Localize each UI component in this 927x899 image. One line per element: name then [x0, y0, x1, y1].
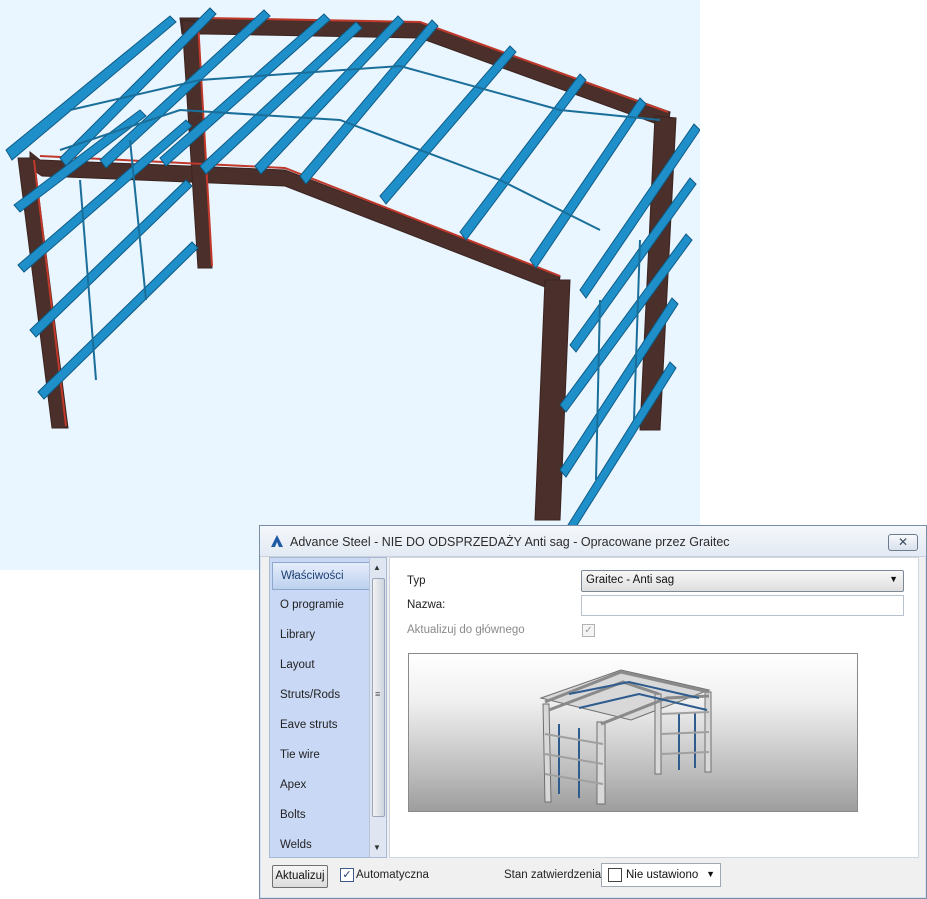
preview-frame-drawing — [539, 669, 712, 805]
close-icon: ✕ — [897, 535, 909, 549]
typ-label: Typ — [407, 575, 426, 587]
aktualizuj-button[interactable]: Aktualizuj — [272, 865, 328, 888]
stan-zatwierdzenia-value: Nie ustawiono — [626, 869, 699, 881]
chevron-down-icon: ▼ — [889, 574, 898, 584]
nav-item-apex[interactable]: Apex — [272, 772, 370, 798]
aktualizuj-glownego-label: Aktualizuj do głównego — [407, 624, 525, 636]
stan-zatwierdzenia-select[interactable]: Nie ustawiono ▼ — [601, 863, 721, 887]
status-color-icon — [608, 868, 622, 882]
aktualizuj-glownego-checkbox: ✓ — [582, 624, 595, 637]
nav-item-bolts[interactable]: Bolts — [272, 802, 370, 828]
nazwa-input[interactable] — [581, 595, 904, 616]
advance-steel-logo-icon — [271, 535, 283, 547]
properties-panel: Typ Graitec - Anti sag ▼ Nazwa: Aktualiz… — [389, 557, 919, 858]
nav-item-welds[interactable]: Welds — [272, 832, 370, 857]
scroll-thumb[interactable]: ≡ — [372, 578, 385, 817]
bottom-bar: Aktualizuj ✓ Automatyczna Stan zatwierdz… — [260, 859, 926, 897]
steel-frame-drawing — [5, 7, 700, 531]
scroll-down-icon[interactable]: ▼ — [373, 843, 381, 852]
scroll-up-icon[interactable]: ▲ — [373, 563, 381, 572]
anti-sag-dialog: Advance Steel - NIE DO ODSPRZEDAŻY Anti … — [259, 525, 927, 899]
nazwa-label: Nazwa: — [407, 599, 446, 611]
stan-zatwierdzenia-label: Stan zatwierdzenia — [504, 869, 602, 881]
nav-item-layout[interactable]: Layout — [272, 652, 370, 678]
close-button[interactable]: ✕ — [888, 534, 918, 551]
typ-select[interactable]: Graitec - Anti sag ▼ — [581, 570, 904, 592]
automatyczna-checkbox[interactable]: ✓ — [340, 868, 354, 882]
grip-icon: ≡ — [375, 689, 381, 699]
nav-item-library[interactable]: Library — [272, 622, 370, 648]
chevron-down-icon: ▼ — [706, 869, 715, 879]
nav-item-o-programie[interactable]: O programie — [272, 592, 370, 618]
model-viewport[interactable] — [0, 0, 700, 570]
category-list[interactable]: Właściwości O programie Library Layout S… — [269, 557, 387, 858]
automatyczna-label: Automatyczna — [356, 869, 429, 881]
nav-item-tie-wire[interactable]: Tie wire — [272, 742, 370, 768]
nav-item-eave-struts[interactable]: Eave struts — [272, 712, 370, 738]
nav-item-struts-rods[interactable]: Struts/Rods — [272, 682, 370, 708]
typ-select-value: Graitec - Anti sag — [586, 574, 675, 586]
dialog-title: Advance Steel - NIE DO ODSPRZEDAŻY Anti … — [290, 535, 730, 549]
preview-image — [408, 653, 858, 812]
category-scrollbar[interactable]: ▲ ≡ ▼ — [369, 558, 386, 857]
title-bar: Advance Steel - NIE DO ODSPRZEDAŻY Anti … — [260, 526, 926, 557]
nav-item-wlasciwosci[interactable]: Właściwości — [272, 562, 372, 590]
